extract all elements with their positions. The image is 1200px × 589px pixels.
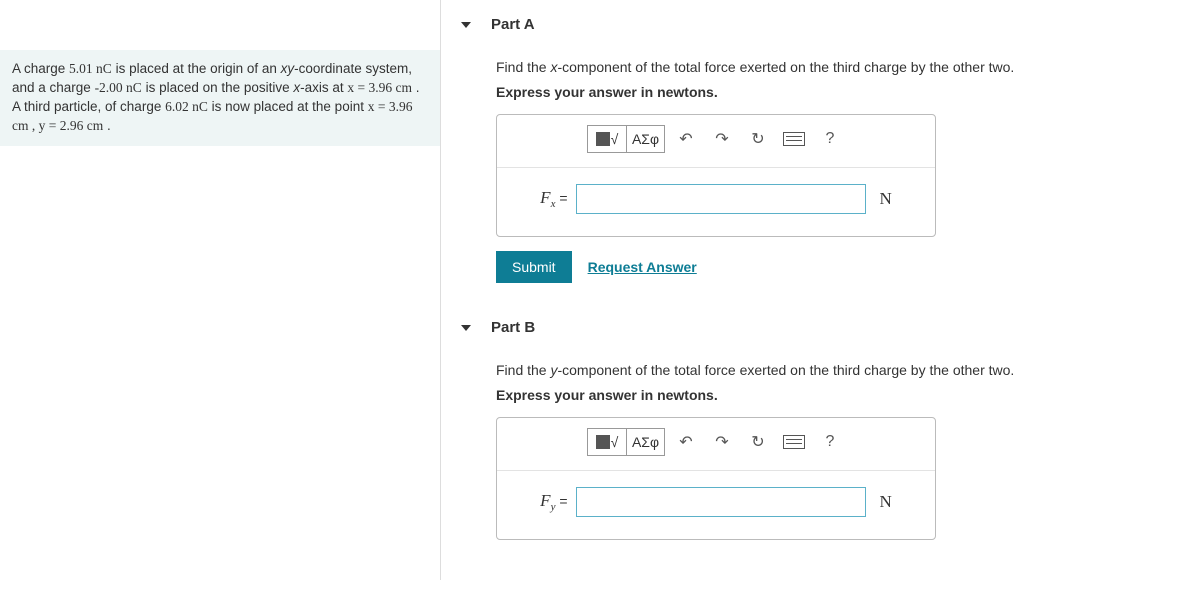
charge-3: 6.02 nC: [165, 99, 208, 114]
part-b-hint: Express your answer in newtons.: [496, 387, 1180, 403]
undo-icon[interactable]: ↶: [671, 428, 701, 456]
part-a-body: Find the x-component of the total force …: [461, 57, 1180, 303]
caret-down-icon: [461, 325, 471, 331]
variable-label: Fx =: [540, 188, 567, 210]
templates-button[interactable]: √: [588, 429, 626, 455]
caret-down-icon: [461, 22, 471, 28]
part-a-prompt: Find the x-component of the total force …: [496, 57, 1180, 78]
answer-toolbar: √ ΑΣφ ↶ ↷ ↻ ?: [497, 418, 935, 471]
request-answer-link[interactable]: Request Answer: [588, 259, 697, 275]
help-icon[interactable]: ?: [815, 428, 845, 456]
symbols-button[interactable]: ΑΣφ: [626, 429, 664, 455]
reset-icon[interactable]: ↻: [743, 125, 773, 153]
part-b-body: Find the y-component of the total force …: [461, 360, 1180, 560]
unit-label: N: [880, 492, 892, 512]
position-x1: x = 3.96 cm: [347, 80, 412, 95]
part-a-answer-box: √ ΑΣφ ↶ ↷ ↻ ? Fx = N: [496, 114, 936, 237]
undo-icon[interactable]: ↶: [671, 125, 701, 153]
templates-button[interactable]: √: [588, 126, 626, 152]
answer-toolbar: √ ΑΣφ ↶ ↷ ↻ ?: [497, 115, 935, 168]
part-b-title: Part B: [491, 319, 535, 336]
keyboard-icon[interactable]: [779, 428, 809, 456]
charge-1: 5.01 nC: [69, 61, 112, 76]
keyboard-icon[interactable]: [779, 125, 809, 153]
problem-text: A charge: [12, 61, 69, 76]
submit-button[interactable]: Submit: [496, 251, 572, 283]
redo-icon[interactable]: ↷: [707, 428, 737, 456]
part-a-header[interactable]: Part A: [461, 0, 1180, 43]
problem-statement: A charge 5.01 nC is placed at the origin…: [0, 50, 440, 146]
reset-icon[interactable]: ↻: [743, 428, 773, 456]
charge-2: -2.00 nC: [95, 80, 142, 95]
symbols-button[interactable]: ΑΣφ: [626, 126, 664, 152]
template-icon: [596, 132, 610, 146]
unit-label: N: [880, 189, 892, 209]
part-b-header[interactable]: Part B: [461, 303, 1180, 346]
frame-label: xy: [281, 61, 295, 76]
answer-input-fy[interactable]: [576, 487, 866, 517]
redo-icon[interactable]: ↷: [707, 125, 737, 153]
part-a-title: Part A: [491, 16, 535, 33]
root-icon: √: [611, 434, 619, 450]
variable-label: Fy =: [540, 491, 567, 513]
root-icon: √: [611, 131, 619, 147]
help-icon[interactable]: ?: [815, 125, 845, 153]
answer-input-fx[interactable]: [576, 184, 866, 214]
part-b-prompt: Find the y-component of the total force …: [496, 360, 1180, 381]
part-b-answer-box: √ ΑΣφ ↶ ↷ ↻ ? Fy = N: [496, 417, 936, 540]
part-a-hint: Express your answer in newtons.: [496, 84, 1180, 100]
template-icon: [596, 435, 610, 449]
